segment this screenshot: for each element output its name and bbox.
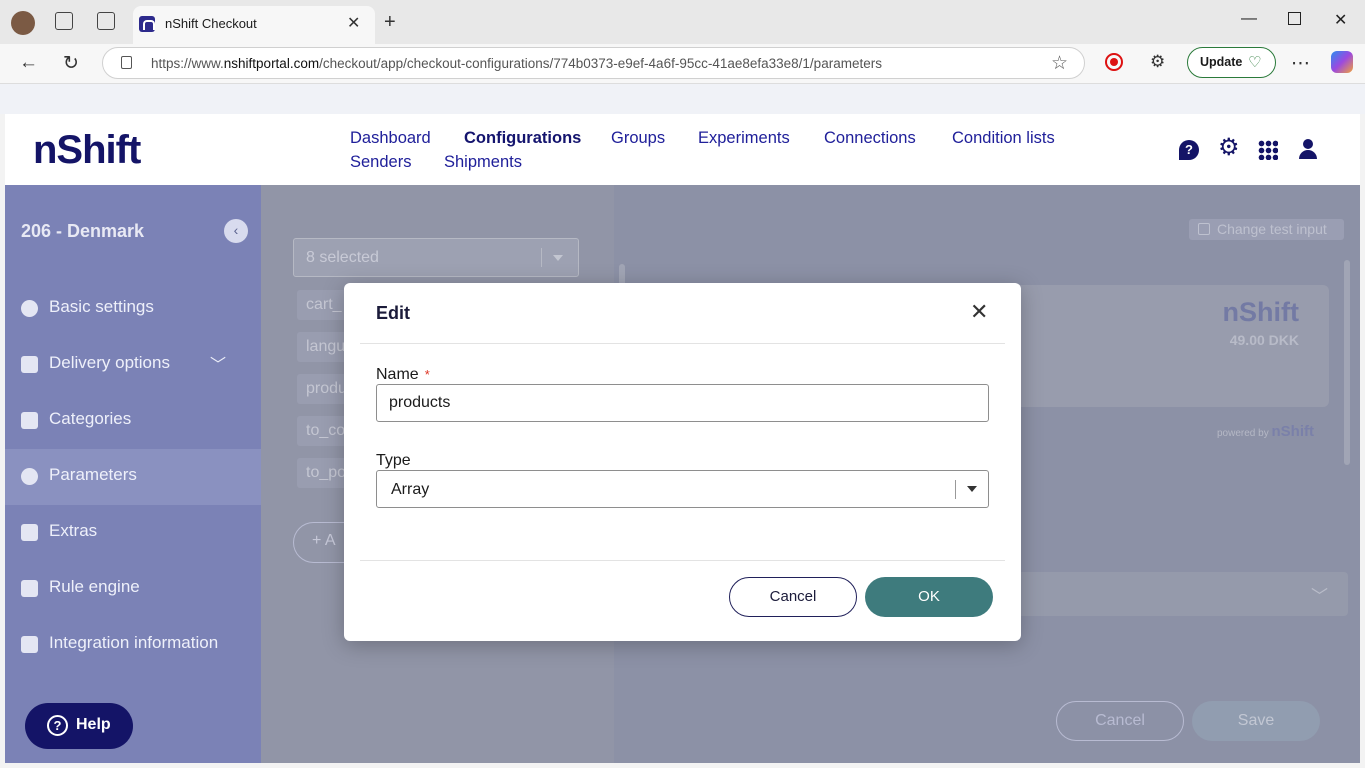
type-select-value: Array bbox=[391, 481, 430, 498]
app-header: nShift Dashboard Configurations Groups E… bbox=[5, 114, 1360, 185]
panel-icon bbox=[1198, 223, 1210, 235]
question-icon: ? bbox=[47, 715, 68, 736]
url-text[interactable]: https://www.nshiftportal.com/checkout/ap… bbox=[151, 56, 882, 71]
nav-configurations[interactable]: Configurations bbox=[464, 129, 581, 148]
browser-tabbar: nShift Checkout ✕ + — ✕ bbox=[0, 0, 1365, 44]
tab-title: nShift Checkout bbox=[165, 16, 257, 31]
nshift-logo[interactable]: nShift bbox=[33, 128, 141, 173]
sidebar-item-rule-engine[interactable]: Rule engine bbox=[5, 561, 261, 617]
box-icon bbox=[21, 524, 38, 541]
name-input[interactable] bbox=[376, 384, 989, 422]
copilot-icon[interactable] bbox=[1331, 51, 1353, 73]
type-select[interactable]: Array bbox=[376, 470, 989, 508]
sidebar: 206 - Denmark ‹ Basic settings Delivery … bbox=[5, 185, 261, 763]
rule-icon bbox=[21, 580, 38, 597]
profile-avatar[interactable] bbox=[11, 11, 35, 35]
heart-update-icon: ♡ bbox=[1248, 54, 1262, 71]
list-icon bbox=[21, 412, 38, 429]
address-bar[interactable]: https://www.nshiftportal.com/checkout/ap… bbox=[102, 47, 1085, 79]
change-test-input-button[interactable]: Change test input bbox=[1189, 219, 1344, 240]
workspaces-icon[interactable] bbox=[55, 12, 73, 30]
lock-icon[interactable] bbox=[121, 56, 132, 69]
browser-tab[interactable]: nShift Checkout ✕ bbox=[133, 6, 375, 44]
gear-icon bbox=[21, 300, 38, 317]
nav-connections[interactable]: Connections bbox=[824, 129, 916, 148]
close-icon[interactable]: ✕ bbox=[970, 301, 988, 323]
sidebar-item-extras[interactable]: Extras bbox=[5, 505, 261, 561]
dialog-title: Edit bbox=[376, 303, 410, 323]
document-icon bbox=[21, 636, 38, 653]
page-cancel-button[interactable]: Cancel bbox=[1056, 701, 1184, 741]
help-icon[interactable]: ? bbox=[1179, 140, 1199, 160]
caret-down-icon[interactable] bbox=[967, 486, 977, 492]
nshift-favicon-icon bbox=[139, 16, 155, 32]
user-icon[interactable] bbox=[1298, 139, 1318, 159]
sidebar-item-basic-settings[interactable]: Basic settings bbox=[5, 281, 261, 337]
edit-parameter-dialog: Edit ✕ Name* Type Array Cancel OK bbox=[344, 283, 1021, 641]
powered-by: powered by nShift bbox=[1217, 423, 1314, 440]
divider bbox=[360, 560, 1005, 561]
name-label: Name * bbox=[376, 366, 430, 383]
ok-button[interactable]: OK bbox=[865, 577, 993, 617]
close-window-icon[interactable]: ✕ bbox=[1334, 10, 1347, 30]
record-icon[interactable] bbox=[1105, 53, 1123, 71]
nav-dashboard[interactable]: Dashboard bbox=[350, 129, 431, 148]
sidebar-item-parameters[interactable]: Parameters bbox=[5, 449, 261, 505]
back-icon[interactable]: ← bbox=[19, 52, 38, 74]
tab-close-icon[interactable]: ✕ bbox=[347, 13, 360, 33]
divider bbox=[360, 343, 1005, 344]
chevron-down-icon[interactable]: ﹀ bbox=[210, 351, 226, 375]
nav-shipments[interactable]: Shipments bbox=[444, 153, 522, 172]
select-divider bbox=[955, 480, 956, 499]
new-tab-icon[interactable]: + bbox=[384, 11, 396, 34]
collapse-sidebar-icon[interactable]: ‹ bbox=[224, 219, 248, 243]
caret-down-icon[interactable] bbox=[553, 255, 563, 261]
chevron-down-icon[interactable]: ﹀ bbox=[1311, 582, 1328, 607]
nav-senders[interactable]: Senders bbox=[350, 153, 411, 172]
reload-icon[interactable]: ↻ bbox=[63, 52, 79, 75]
sidebar-item-integration-information[interactable]: Integration information bbox=[5, 617, 261, 673]
tab-actions-icon[interactable] bbox=[97, 12, 115, 30]
help-button[interactable]: ? Help bbox=[25, 703, 133, 749]
nav-experiments[interactable]: Experiments bbox=[698, 129, 790, 148]
nav-groups[interactable]: Groups bbox=[611, 129, 665, 148]
preview-price: 49.00 DKK bbox=[1229, 332, 1299, 348]
extensions-icon[interactable]: ⚙ bbox=[1150, 52, 1165, 72]
page-top-strip bbox=[0, 84, 1365, 114]
preview-scrollbar[interactable] bbox=[1344, 260, 1350, 465]
required-asterisk: * bbox=[424, 367, 430, 382]
param-chip[interactable]: cart_ bbox=[297, 290, 351, 320]
maximize-icon[interactable] bbox=[1288, 12, 1301, 25]
sidebar-item-delivery-options[interactable]: Delivery options ﹀ bbox=[5, 337, 261, 393]
select-divider bbox=[541, 248, 542, 267]
plus-icon: + bbox=[312, 532, 325, 549]
update-button[interactable]: Update ♡ bbox=[1187, 47, 1276, 78]
sidebar-item-categories[interactable]: Categories bbox=[5, 393, 261, 449]
code-icon bbox=[21, 468, 38, 485]
parameter-filter-select[interactable]: 8 selected bbox=[293, 238, 579, 277]
cancel-button[interactable]: Cancel bbox=[729, 577, 857, 617]
minimize-icon[interactable]: — bbox=[1241, 10, 1257, 28]
settings-gear-icon[interactable]: ⚙ bbox=[1218, 136, 1240, 160]
favorite-star-icon[interactable]: ☆ bbox=[1051, 52, 1068, 75]
address-toolbar: ← ↻ https://www.nshiftportal.com/checkou… bbox=[0, 44, 1365, 84]
preview-logo: nShift bbox=[1222, 297, 1299, 327]
truck-icon bbox=[21, 356, 38, 373]
page-save-button[interactable]: Save bbox=[1192, 701, 1320, 741]
more-menu-icon[interactable]: ⋯ bbox=[1291, 52, 1310, 75]
type-label: Type bbox=[376, 452, 411, 469]
apps-grid-icon[interactable] bbox=[1258, 140, 1278, 160]
sidebar-title: 206 - Denmark bbox=[21, 221, 145, 241]
nav-condition-lists[interactable]: Condition lists bbox=[952, 129, 1055, 148]
